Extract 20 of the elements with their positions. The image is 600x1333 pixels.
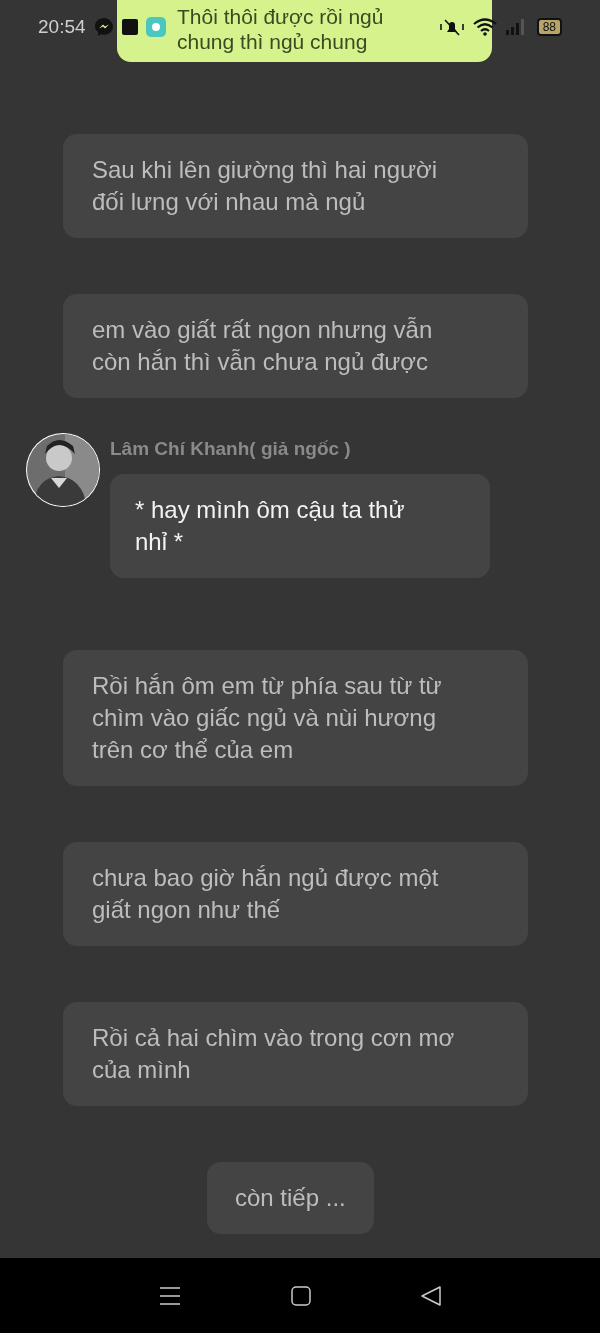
narration-bubble: Rồi hắn ôm em từ phía sau từ từ chìm vào giấc ngủ và nùi hương trên cơ thể của em <box>63 649 528 786</box>
chat-icon <box>93 17 114 37</box>
narration-bubble: Rồi cả hai chìm vào trong cơn mơ của mình <box>63 1001 528 1106</box>
narration-bubble: em vào giất rất ngon nhưng vẫn còn hắn thì vẫn chưa ngủ được <box>63 294 528 398</box>
continue-button[interactable]: còn tiếp ... <box>207 1161 374 1234</box>
battery-indicator: 88 <box>536 18 562 36</box>
speech-bubble: * hay mình ôm cậu ta thử nhỉ * <box>110 473 490 578</box>
clock-time: 20:54 <box>38 14 86 39</box>
back-icon[interactable] <box>421 1285 441 1306</box>
mute-icon <box>438 18 465 36</box>
character-name: Lâm Chí Khanh( giả ngốc ) <box>110 437 352 461</box>
home-icon[interactable] <box>291 1285 311 1306</box>
wifi-icon <box>472 18 497 36</box>
notification-text: chung thì ngủ chung <box>177 29 368 54</box>
narration-bubble: chưa bao giờ hắn ngủ được một giất ngon như thế <box>63 841 528 946</box>
notification-banner[interactable]: Thôi thôi được rồi ngủ chung thì ngủ chung <box>117 0 492 62</box>
menu-icon[interactable] <box>159 1284 181 1307</box>
signal-icon <box>504 19 525 35</box>
notification-text: Thôi thôi được rồi ngủ <box>177 4 384 29</box>
narration-bubble: Sau khi lên giường thì hai người đối lưng với nhau mà ngủ <box>63 134 528 238</box>
